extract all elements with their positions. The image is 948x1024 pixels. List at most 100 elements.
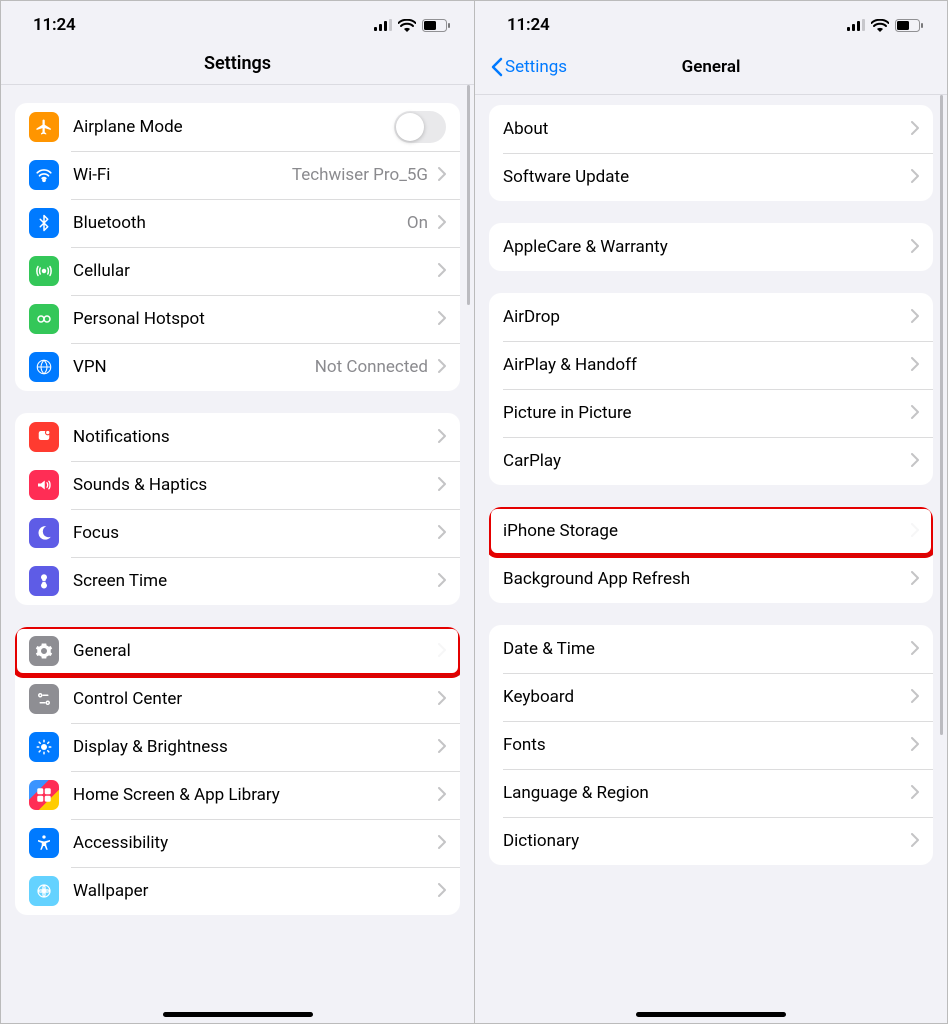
toggle-switch[interactable]: [394, 111, 446, 143]
row-wallpaper[interactable]: Wallpaper: [15, 867, 460, 915]
row-value: Not Connected: [315, 357, 428, 377]
row-sounds-haptics[interactable]: Sounds & Haptics: [15, 461, 460, 509]
chevron-right-icon: [438, 428, 446, 447]
row-iphone-storage[interactable]: iPhone Storage: [489, 507, 933, 555]
settings-title: Settings: [1, 45, 474, 85]
chevron-right-icon: [438, 358, 446, 377]
row-label: Picture in Picture: [503, 403, 632, 423]
row-software-update[interactable]: Software Update: [489, 153, 933, 201]
row-background-app-refresh[interactable]: Background App Refresh: [489, 555, 933, 603]
nav-bar: Settings General: [475, 45, 947, 89]
chevron-right-icon: [911, 640, 919, 659]
display-icon: [29, 732, 59, 762]
row-label: Accessibility: [73, 833, 168, 853]
row-keyboard[interactable]: Keyboard: [489, 673, 933, 721]
row-label: Screen Time: [73, 571, 167, 591]
chevron-right-icon: [911, 404, 919, 423]
back-label: Settings: [505, 57, 567, 77]
row-accessibility[interactable]: Accessibility: [15, 819, 460, 867]
row-label: Software Update: [503, 167, 629, 187]
status-bar: 11:24: [1, 1, 474, 45]
wifi-icon: [29, 160, 59, 190]
cellular-icon: [29, 256, 59, 286]
row-picture-in-picture[interactable]: Picture in Picture: [489, 389, 933, 437]
row-label: CarPlay: [503, 451, 561, 471]
row-carplay[interactable]: CarPlay: [489, 437, 933, 485]
home-screen-icon: [29, 780, 59, 810]
row-personal-hotspot[interactable]: Personal Hotspot: [15, 295, 460, 343]
battery-icon: [895, 19, 923, 32]
scroll-indicator[interactable]: [467, 85, 470, 305]
chevron-left-icon: [491, 57, 503, 77]
chevron-right-icon: [911, 120, 919, 139]
chevron-right-icon: [911, 356, 919, 375]
cellular-signal-icon: [374, 19, 392, 31]
row-label: AirDrop: [503, 307, 560, 327]
row-applecare-warranty[interactable]: AppleCare & Warranty: [489, 223, 933, 271]
settings-group: AppleCare & Warranty: [489, 223, 933, 271]
row-label: Focus: [73, 523, 119, 543]
row-screen-time[interactable]: Screen Time: [15, 557, 460, 605]
row-airdrop[interactable]: AirDrop: [489, 293, 933, 341]
home-indicator[interactable]: [163, 1012, 313, 1017]
notifications-icon: [29, 422, 59, 452]
row-label: Cellular: [73, 261, 130, 281]
settings-group: Date & TimeKeyboard Fonts Language & Regio…: [489, 625, 933, 865]
bluetooth-icon: [29, 208, 59, 238]
wallpaper-icon: [29, 876, 59, 906]
cellular-signal-icon: [847, 19, 865, 31]
row-general[interactable]: General: [15, 627, 460, 675]
row-label: Language & Region: [503, 783, 649, 803]
row-dictionary[interactable]: Dictionary: [489, 817, 933, 865]
chevron-right-icon: [911, 522, 919, 541]
row-airplane-mode[interactable]: Airplane Mode: [15, 103, 460, 151]
settings-group: Airplane ModeWi-FiTechwiser Pro_5GBlueto…: [15, 103, 460, 391]
row-label: VPN: [73, 357, 107, 377]
chevron-right-icon: [911, 168, 919, 187]
chevron-right-icon: [911, 308, 919, 327]
row-fonts[interactable]: Fonts: [489, 721, 933, 769]
chevron-right-icon: [438, 310, 446, 329]
row-airplay-handoff[interactable]: AirPlay & Handoff: [489, 341, 933, 389]
settings-group: iPhone Storage Background App Refresh: [489, 507, 933, 603]
focus-icon: [29, 518, 59, 548]
status-time: 11:24: [33, 15, 75, 35]
chevron-right-icon: [911, 688, 919, 707]
row-label: Background App Refresh: [503, 569, 690, 589]
chevron-right-icon: [911, 736, 919, 755]
chevron-right-icon: [438, 214, 446, 233]
home-indicator[interactable]: [636, 1012, 786, 1017]
row-about[interactable]: About: [489, 105, 933, 153]
chevron-right-icon: [911, 452, 919, 471]
row-cellular[interactable]: Cellular: [15, 247, 460, 295]
row-wi-fi[interactable]: Wi-FiTechwiser Pro_5G: [15, 151, 460, 199]
chevron-right-icon: [438, 738, 446, 757]
row-label: Wallpaper: [73, 881, 148, 901]
row-date-time[interactable]: Date & Time: [489, 625, 933, 673]
row-value: On: [407, 213, 428, 233]
row-label: iPhone Storage: [503, 521, 618, 541]
back-button[interactable]: Settings: [491, 57, 567, 77]
chevron-right-icon: [438, 834, 446, 853]
row-notifications[interactable]: Notifications: [15, 413, 460, 461]
row-control-center[interactable]: Control Center: [15, 675, 460, 723]
chevron-right-icon: [911, 238, 919, 257]
row-home-screen-app-library[interactable]: Home Screen & App Library: [15, 771, 460, 819]
row-display-brightness[interactable]: Display & Brightness: [15, 723, 460, 771]
settings-group: About Software Update: [489, 105, 933, 201]
row-label: AirPlay & Handoff: [503, 355, 637, 375]
status-indicators: [847, 19, 923, 32]
chevron-right-icon: [911, 832, 919, 851]
row-label: Dictionary: [503, 831, 579, 851]
row-focus[interactable]: Focus: [15, 509, 460, 557]
chevron-right-icon: [438, 166, 446, 185]
scroll-indicator[interactable]: [940, 95, 943, 735]
row-label: Fonts: [503, 735, 546, 755]
battery-icon: [422, 19, 450, 32]
row-vpn[interactable]: VPN Not Connected: [15, 343, 460, 391]
row-label: Bluetooth: [73, 213, 146, 233]
control-center-icon: [29, 684, 59, 714]
row-language-region[interactable]: Language & Region: [489, 769, 933, 817]
chevron-right-icon: [438, 690, 446, 709]
row-bluetooth[interactable]: Bluetooth On: [15, 199, 460, 247]
